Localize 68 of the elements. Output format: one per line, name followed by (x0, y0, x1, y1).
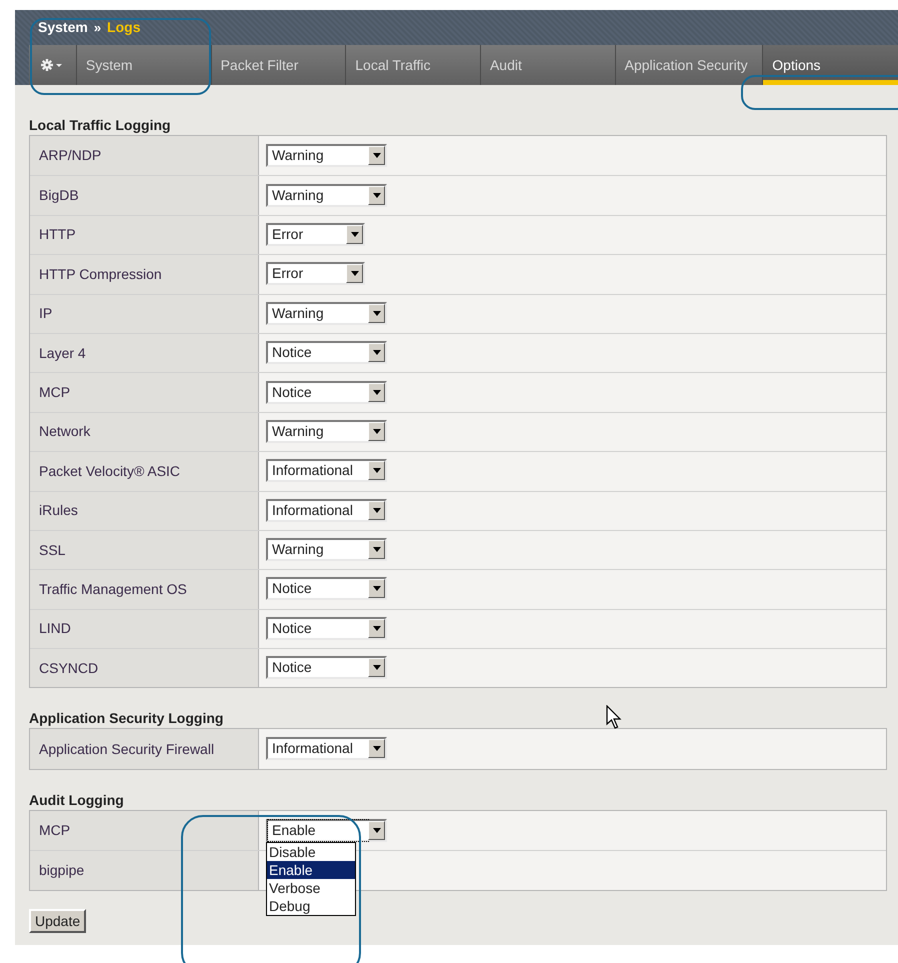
section-title: Local Traffic Logging (29, 116, 171, 135)
setting-label: HTTP (30, 216, 259, 254)
dropdown-select[interactable]: Notice (266, 656, 387, 680)
setting-label: LIND (30, 610, 259, 648)
section-title: Application Security Logging (29, 709, 224, 728)
setting-label: Network (30, 412, 259, 452)
dropdown-select[interactable]: Informational (266, 459, 387, 482)
setting-label: Packet Velocity® ASIC (30, 452, 259, 491)
dropdown-select[interactable]: Informational (266, 498, 387, 522)
setting-label: MCP (30, 810, 259, 850)
dropdown-select[interactable]: Notice (266, 577, 387, 600)
dropdown-select[interactable]: Warning (266, 420, 387, 443)
caret-icon (372, 390, 380, 395)
section-title: Audit Logging (29, 790, 124, 810)
dropdown-select[interactable]: Warning (266, 302, 387, 325)
caret-icon (350, 232, 358, 237)
caret-icon (372, 152, 380, 158)
dropdown-option[interactable]: Enable (267, 860, 355, 879)
dropdown-select[interactable]: Informational (266, 737, 387, 760)
setting-label: HTTP Compression (30, 255, 259, 294)
setting-label: CSYNCD (30, 649, 259, 688)
dropdown-select[interactable]: Enable (266, 818, 387, 842)
caret-icon (372, 586, 380, 592)
dropdown-select[interactable]: Error (266, 222, 365, 246)
dropdown-option[interactable]: Debug (267, 896, 355, 915)
dropdown-select[interactable]: Notice (266, 380, 387, 404)
nav-tab[interactable]: Packet Filter (212, 45, 346, 85)
setting-label: IP (30, 294, 259, 333)
breadcrumb-separator: » (94, 18, 102, 37)
settings-menu-button[interactable] (29, 45, 77, 85)
caret-icon (372, 547, 380, 552)
dropdown-select[interactable]: Notice (266, 616, 387, 640)
setting-label: MCP (30, 373, 259, 412)
caret-icon (372, 428, 380, 434)
nav-tab[interactable]: Application Security (616, 45, 764, 85)
dropdown-select[interactable]: Warning (266, 538, 387, 562)
caret-icon (372, 192, 380, 198)
nav-tab[interactable]: Local Traffic (346, 45, 481, 85)
dropdown-select[interactable]: Warning (266, 144, 387, 167)
dropdown-option[interactable]: Verbose (267, 878, 355, 897)
caret-icon (372, 350, 380, 356)
setting-label: Layer 4 (30, 334, 259, 372)
nav-tab[interactable]: System (76, 45, 212, 85)
setting-label: BigDB (30, 176, 259, 215)
caret-icon (372, 468, 380, 474)
dropdown-option[interactable]: Disable (267, 842, 355, 861)
setting-label: bigpipe (30, 851, 259, 890)
breadcrumb-link[interactable]: System (38, 17, 88, 38)
breadcrumb-current: Logs (107, 18, 140, 37)
gear-icon (41, 59, 64, 71)
mouse-pointer-icon (606, 705, 622, 731)
setting-label: Application Security Firewall (30, 729, 259, 769)
caret-icon (350, 271, 358, 276)
caret-icon (372, 626, 380, 631)
caret-icon (372, 746, 380, 752)
dropdown-select[interactable]: Notice (266, 341, 387, 364)
dropdown-select[interactable]: Error (266, 262, 365, 286)
caret-icon (372, 310, 380, 316)
setting-label: SSL (30, 530, 259, 570)
update-button[interactable]: Update (29, 908, 86, 933)
nav-tab[interactable]: Audit (480, 45, 616, 85)
setting-label: Traffic Management OS (30, 570, 259, 609)
setting-label: iRules (30, 492, 259, 530)
setting-label: ARP/NDP (30, 136, 259, 176)
caret-icon (372, 828, 380, 833)
caret-icon (372, 665, 380, 670)
dropdown-select[interactable]: Warning (266, 184, 387, 207)
caret-icon (372, 508, 380, 513)
